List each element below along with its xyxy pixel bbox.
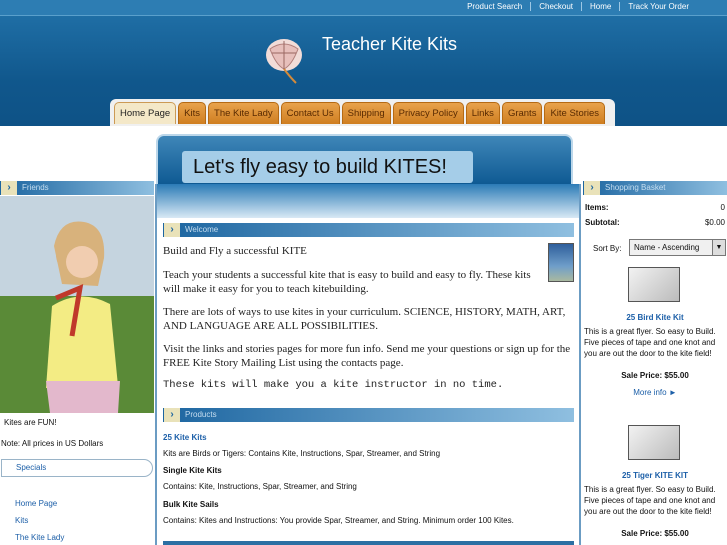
sort-by-select[interactable]: Name - Ascending ▼ [629, 239, 726, 256]
top-nav-track-order[interactable]: Track Your Order [620, 2, 697, 11]
product-bulk-kite-sails-desc: Contains: Kites and Instructions: You pr… [163, 516, 514, 525]
top-nav-checkout[interactable]: Checkout [531, 2, 583, 11]
main-nav-tabs: Home Page Kits The Kite Lady Contact Us … [110, 99, 615, 126]
bird-kite-kit-link[interactable]: 25 Bird Kite Kit [583, 313, 727, 322]
cart-subtotal-row: Subtotal: $0.00 [585, 218, 725, 227]
product-25-kite-kits-link[interactable]: 25 Kite Kits [163, 433, 207, 442]
center-bottom-bar [163, 541, 574, 545]
tab-the-kite-lady[interactable]: The Kite Lady [208, 102, 279, 124]
tab-kits[interactable]: Kits [178, 102, 207, 124]
left-section-label: Friends [22, 183, 49, 192]
cart-subtotal-label: Subtotal: [585, 218, 620, 227]
welcome-heading: Build and Fly a successful KITE [163, 245, 307, 257]
cart-items-label: Items: [585, 203, 609, 212]
shopping-basket-header: › Shopping Basket [583, 181, 727, 195]
products-section-label: Products [185, 410, 217, 419]
top-bar: Product Search Checkout Home Track Your … [0, 0, 727, 15]
tab-contact-us[interactable]: Contact Us [280, 102, 340, 124]
site-title[interactable]: Teacher Kite Kits [322, 34, 457, 55]
left-nav-the-kite-lady[interactable]: The Kite Lady [15, 533, 64, 542]
photo-illustration [0, 196, 154, 413]
tab-shipping[interactable]: Shipping [341, 102, 391, 124]
bird-kite-kit-more-info-link[interactable]: More info ► [583, 388, 727, 397]
welcome-section-label: Welcome [185, 225, 219, 234]
currency-note: Note: All prices in US Dollars [1, 439, 104, 448]
girl-with-kite-photo [0, 196, 154, 413]
welcome-paragraph-1: Teach your students a successful kite th… [163, 269, 531, 295]
bird-kite-kit-image[interactable] [628, 267, 680, 302]
kite-thumbnail-image [548, 243, 574, 282]
cart-subtotal-value: $0.00 [704, 218, 725, 227]
tab-links[interactable]: Links [465, 102, 500, 124]
tiger-kite-kit-link[interactable]: 25 Tiger KITE KIT [583, 471, 727, 480]
chevron-right-icon: › [1, 181, 17, 195]
welcome-paragraph-3: Visit the links and stories pages for mo… [163, 343, 571, 369]
chevron-right-icon: › [164, 223, 180, 237]
specials-link[interactable]: Specials [1, 459, 153, 477]
product-single-kite-kits-title: Single Kite Kits [163, 466, 222, 475]
top-nav-product-search[interactable]: Product Search [459, 2, 532, 11]
tab-home-page[interactable]: Home Page [114, 102, 177, 124]
sort-by-value: Name - Ascending [634, 243, 700, 252]
left-section-header: › Friends [0, 181, 154, 195]
kite-logo-icon [266, 39, 302, 84]
product-25-kite-kits-desc: Kits are Birds or Tigers: Contains Kite,… [163, 449, 441, 458]
banner-headline: Let's fly easy to build KITES! [182, 151, 473, 183]
shopping-basket-label: Shopping Basket [605, 183, 666, 192]
site-header: Teacher Kite Kits Home Page Kits The Kit… [0, 15, 727, 126]
welcome-section-header: › Welcome [163, 223, 574, 237]
top-nav: Product Search Checkout Home Track Your … [459, 2, 697, 11]
tiger-kite-kit-image[interactable] [628, 425, 680, 460]
bird-kite-kit-price: Sale Price: $55.00 [621, 371, 689, 380]
chevron-down-icon[interactable]: ▼ [712, 240, 725, 255]
tab-grants[interactable]: Grants [501, 102, 543, 124]
tiger-kite-kit-desc: This is a great flyer. So easy to Build.… [584, 485, 716, 516]
product-bulk-kite-sails-title: Bulk Kite Sails [163, 500, 219, 509]
tab-kite-stories[interactable]: Kite Stories [544, 102, 606, 124]
chevron-right-icon: › [164, 408, 180, 422]
photo-caption: Kites are FUN! [4, 418, 57, 427]
left-nav-kits[interactable]: Kits [15, 516, 28, 525]
welcome-mono-line: These kits will make you a kite instruct… [163, 379, 504, 391]
bird-kite-kit-desc: This is a great flyer. So easy to Build.… [584, 327, 716, 358]
product-single-kite-kits-desc: Contains: Kite, Instructions, Spar, Stre… [163, 482, 357, 491]
cart-items-row: Items: 0 [585, 203, 725, 212]
sort-by-label: Sort By: [593, 244, 622, 253]
center-top-gradient [157, 184, 579, 218]
tiger-kite-kit-price: Sale Price: $55.00 [621, 529, 689, 538]
products-section-header: › Products [163, 408, 574, 422]
left-nav-home-page[interactable]: Home Page [15, 499, 57, 508]
top-nav-home[interactable]: Home [582, 2, 621, 11]
welcome-paragraph-2: There are lots of ways to use kites in y… [163, 306, 566, 332]
cart-items-value: 0 [720, 203, 725, 212]
tab-privacy-policy[interactable]: Privacy Policy [392, 102, 464, 124]
chevron-right-icon: › [584, 181, 600, 195]
